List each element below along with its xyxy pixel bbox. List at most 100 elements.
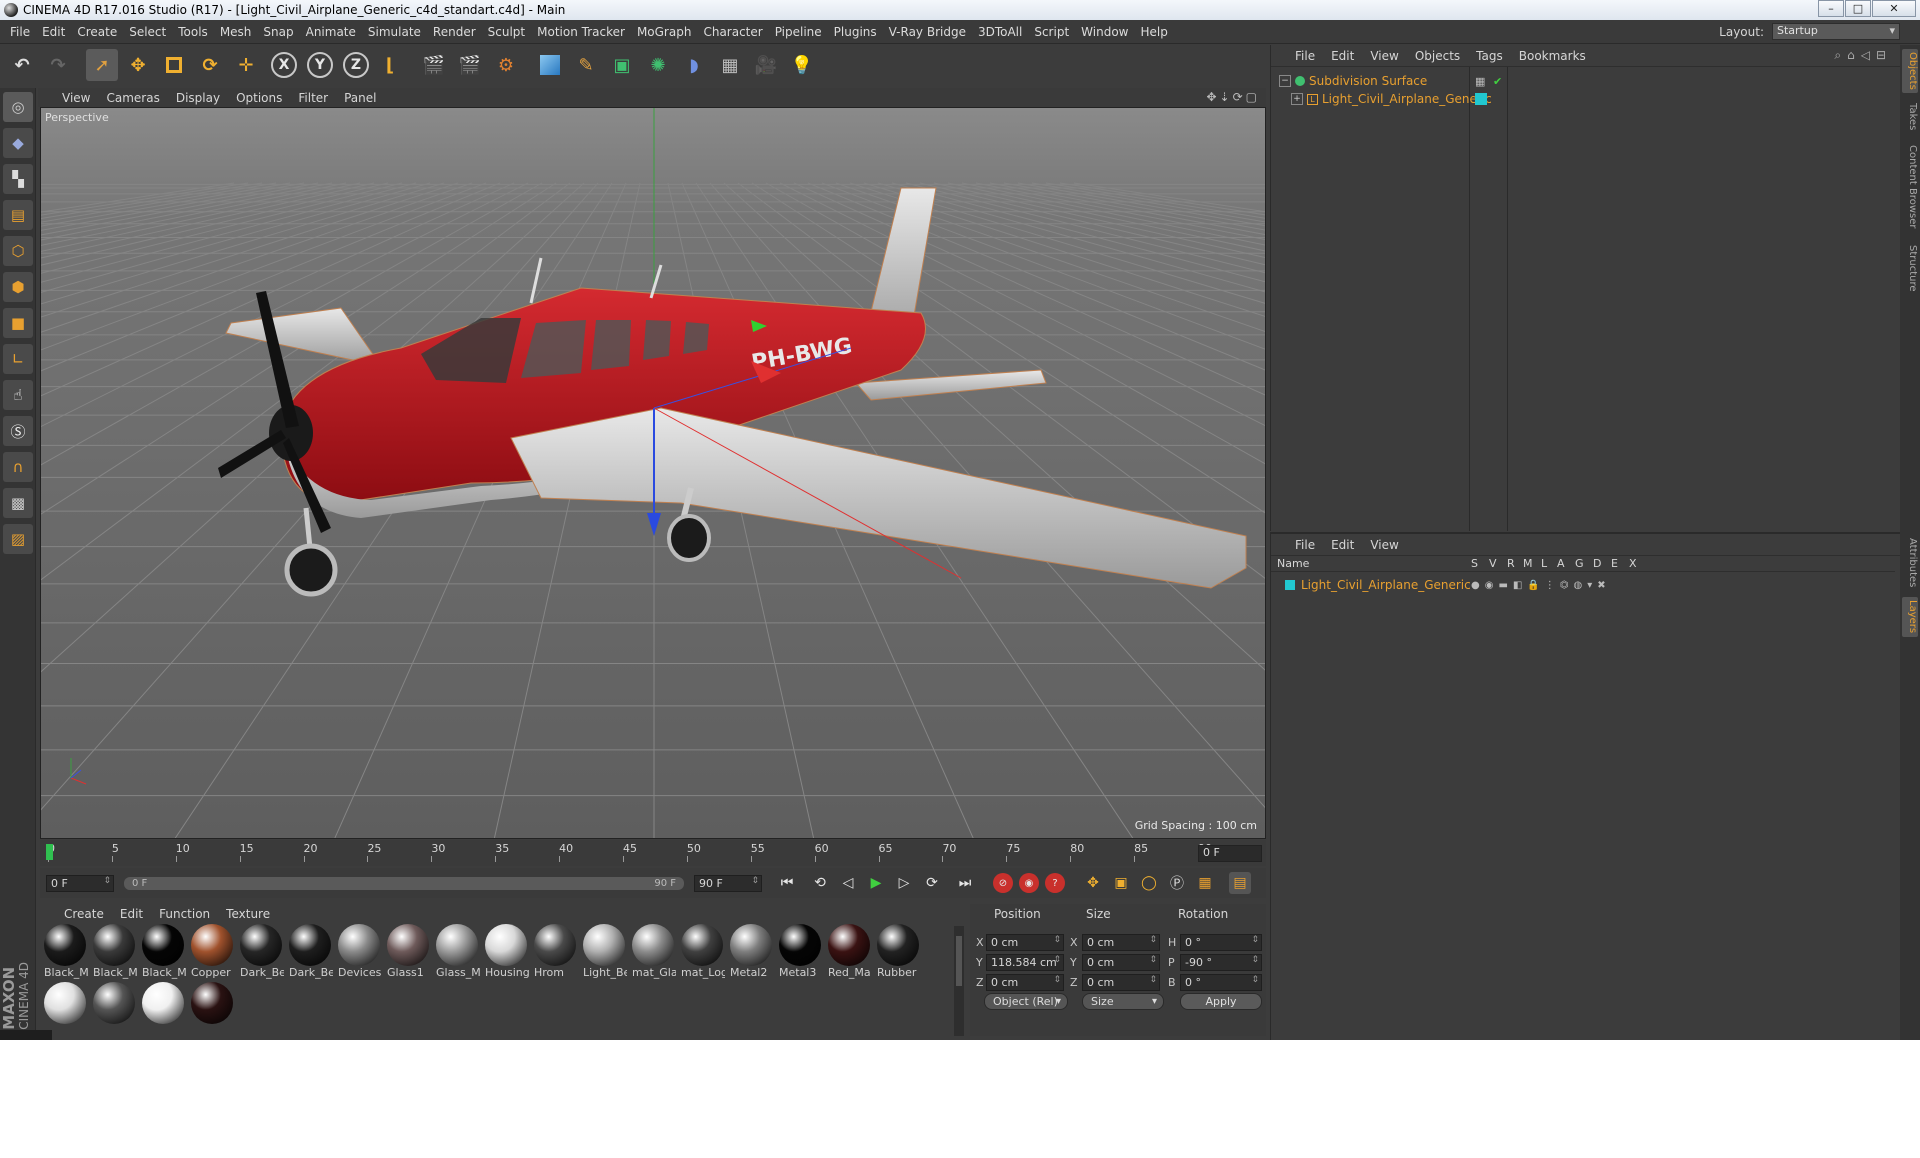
layer-col-locked[interactable]: L [1541,557,1547,570]
camera-object-icon[interactable]: 🎥 [750,49,782,81]
rotate-tool-icon[interactable]: ⟳ [194,49,226,81]
menu-help[interactable]: Help [1134,25,1173,39]
material-menu-edit[interactable]: Edit [112,907,151,921]
start-frame-field[interactable]: 0 F ⇕ [46,874,114,892]
edges-mode-icon[interactable]: ⬢ [3,272,33,302]
record-parameter-icon[interactable]: Ⓟ [1166,872,1188,894]
render-settings-icon[interactable]: ⚙ [490,49,522,81]
magnet-icon[interactable]: ∩ [3,452,33,482]
layer-col-deformers[interactable]: D [1593,557,1601,570]
recent-tool-icon[interactable]: ✛ [230,49,262,81]
layer-menu-file[interactable]: File [1287,538,1323,552]
layer-toggle-icons[interactable]: ●◉▬◧🔒⋮⏣◍▾✖ [1471,580,1611,591]
cube-object-icon[interactable] [534,49,566,81]
visibility-toggle-icon[interactable]: ▦ [1475,75,1485,88]
rotation-b-field[interactable]: 0 ° ⇕ [1180,974,1262,991]
layer-col-name[interactable]: Name [1277,557,1309,570]
rotation-h-field[interactable]: 0 ° ⇕ [1180,934,1262,951]
size-x-field[interactable]: 0 cm ⇕ [1082,934,1160,951]
material-swatch[interactable]: mat_Log [679,924,725,979]
model-mode-icon[interactable]: ◆ [3,128,33,158]
menu-sculpt[interactable]: Sculpt [482,25,531,39]
side-tab-attributes[interactable]: Attributes [1902,535,1918,591]
layer-menu-edit[interactable]: Edit [1323,538,1362,552]
layer-menu-view[interactable]: View [1362,538,1406,552]
material-menu-function[interactable]: Function [151,907,218,921]
viewport-menu-filter[interactable]: Filter [290,91,336,105]
timeline-window-icon[interactable]: ▤ [1229,872,1251,894]
menu-edit[interactable]: Edit [36,25,71,39]
y-axis-lock-icon[interactable]: Y [307,52,333,78]
record-active-objects-icon[interactable]: ⊘ [993,873,1013,893]
material-swatch[interactable]: Housing [483,924,529,979]
menu-animate[interactable]: Animate [300,25,362,39]
viewport-menu-options[interactable]: Options [228,91,290,105]
object-menu-tags[interactable]: Tags [1468,49,1511,63]
side-tab-layers[interactable]: Layers [1902,597,1918,637]
size-mode-dropdown[interactable]: Size [1082,993,1164,1010]
previous-keyframe-icon[interactable]: ⟲ [809,872,831,894]
side-tab-objects[interactable]: Objects [1902,49,1918,93]
play-icon[interactable]: ▶ [865,872,887,894]
record-pla-icon[interactable]: ▦ [1194,872,1216,894]
redo-icon[interactable]: ↷ [42,49,74,81]
menu-mesh[interactable]: Mesh [214,25,258,39]
material-swatch[interactable] [189,982,235,1024]
viewport-menu-cameras[interactable]: Cameras [98,91,167,105]
go-to-start-icon[interactable]: ⏮ [776,872,798,894]
menu-render[interactable]: Render [427,25,482,39]
position-y-field[interactable]: 118.584 cm ⇕ [986,954,1064,971]
material-swatch[interactable]: Copper [189,924,235,979]
live-selection-icon[interactable]: ➚ [86,49,118,81]
material-swatch[interactable]: Black_M [91,924,137,979]
menu-mograph[interactable]: MoGraph [631,25,698,39]
scale-tool-icon[interactable] [158,49,190,81]
size-y-field[interactable]: 0 cm ⇕ [1082,954,1160,971]
render-view-icon[interactable]: 🎬 [418,49,450,81]
x-axis-lock-icon[interactable]: X [271,52,297,78]
rotation-p-field[interactable]: -90 ° ⇕ [1180,954,1262,971]
material-swatch[interactable]: Dark_Be [238,924,284,979]
material-swatch[interactable]: Rubber [875,924,921,979]
menu-snap[interactable]: Snap [257,25,299,39]
next-keyframe-icon[interactable]: ⟳ [921,872,943,894]
record-rotation-icon[interactable]: ◯ [1138,872,1160,894]
timeline[interactable]: 051015202530354045505560657075808590 0 F [40,840,1266,866]
layer-col-animation[interactable]: A [1557,557,1565,570]
playhead-marker[interactable] [46,844,53,860]
menu-motion-tracker[interactable]: Motion Tracker [531,25,631,39]
tweak-mode-icon[interactable]: ☝ [3,380,33,410]
material-swatch[interactable] [42,982,88,1024]
z-axis-lock-icon[interactable]: Z [343,52,369,78]
menu-pipeline[interactable]: Pipeline [769,25,828,39]
object-menu-file[interactable]: File [1287,49,1323,63]
preview-range-slider[interactable]: 0 F 90 F [124,876,684,890]
end-frame-field[interactable]: 90 F ⇕ [694,874,762,892]
material-scrollbar[interactable] [954,926,964,1036]
material-swatch[interactable]: Metal3 [777,924,823,979]
menu-select[interactable]: Select [123,25,172,39]
layer-color-swatch[interactable] [1285,580,1295,590]
record-position-icon[interactable]: ✥ [1082,872,1104,894]
object-menu-objects[interactable]: Objects [1407,49,1468,63]
layer-col-view[interactable]: V [1489,557,1497,570]
layer-col-generators[interactable]: G [1575,557,1584,570]
tag-column-divider[interactable] [1507,67,1508,531]
coordinate-mode-dropdown[interactable]: Object (Rel) [984,993,1068,1010]
position-x-field[interactable]: 0 cm ⇕ [986,934,1064,951]
material-swatch[interactable]: Dark_Be [287,924,333,979]
deformer-bend-icon[interactable]: ◗ [678,49,710,81]
menu-tools[interactable]: Tools [172,25,214,39]
material-swatch[interactable]: Metal2 [728,924,774,979]
material-swatch[interactable]: mat_Gla [630,924,676,979]
menu-vray-bridge[interactable]: V-Ray Bridge [883,25,972,39]
object-menu-edit[interactable]: Edit [1323,49,1362,63]
texture-mode-icon[interactable]: ▚ [3,164,33,194]
light-object-icon[interactable]: 💡 [786,49,818,81]
material-swatch[interactable]: Red_Ma [826,924,872,979]
layer-col-expressions[interactable]: E [1611,557,1618,570]
make-editable-icon[interactable]: ◎ [3,92,33,122]
render-picture-viewer-icon[interactable]: 🎬 [454,49,486,81]
viewport-menu-display[interactable]: Display [168,91,228,105]
viewport-menu-panel[interactable]: Panel [336,91,384,105]
